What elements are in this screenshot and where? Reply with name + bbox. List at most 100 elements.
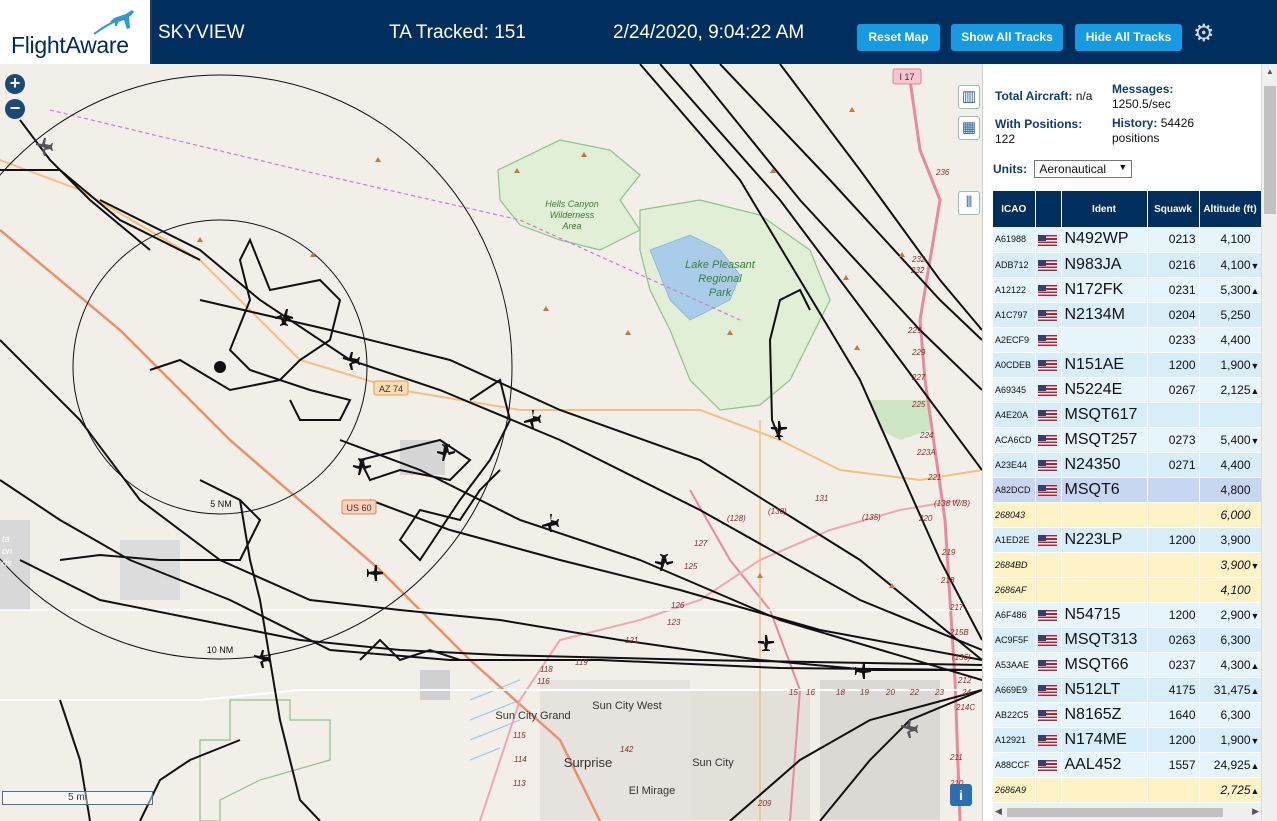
label-lake-pleasant-1: Lake Pleasant	[685, 259, 756, 271]
col-flag[interactable]	[1035, 191, 1062, 227]
hide-all-tracks-button[interactable]: Hide All Tracks	[1075, 24, 1182, 51]
scroll-left-icon[interactable]: ◀	[995, 806, 1002, 817]
aircraft-row[interactable]: A6F486 N54715 1200 2,900▼	[993, 602, 1261, 628]
scale-bar: 5 mi	[2, 791, 153, 805]
aircraft-row[interactable]: 268043 6,000	[993, 502, 1261, 528]
scroll-thumb[interactable]	[1264, 86, 1276, 214]
us-flag-icon	[1037, 359, 1057, 371]
gear-icon[interactable]: ⚙	[1193, 22, 1217, 46]
col-altitude[interactable]: Altitude (ft)	[1199, 191, 1261, 227]
zoom-in-button[interactable]: +	[5, 74, 25, 94]
aircraft-row[interactable]: A23E44 N24350 0271 4,400	[993, 452, 1261, 478]
ident-cell: MSQT66	[1061, 652, 1148, 678]
icao-cell: 2684BD	[993, 552, 1036, 578]
squawk-cell: 0263	[1147, 627, 1200, 653]
aircraft-row[interactable]: A669E9 N512LT 4175 31,475▲	[993, 677, 1261, 703]
aircraft-row[interactable]: A4E20A MSQT617	[993, 402, 1261, 428]
flag-cell	[1035, 677, 1062, 703]
aircraft-row[interactable]: ACA6CD MSQT257 0273 5,400▼	[993, 427, 1261, 453]
altitude-trend-icon: ▲	[1250, 660, 1260, 671]
tracked-count: TA Tracked: 151	[389, 22, 526, 43]
us-flag-icon	[1037, 434, 1057, 446]
columns-icon[interactable]: ⦀	[958, 191, 980, 215]
flightaware-logo[interactable]: FlightAware	[0, 0, 152, 64]
road-number-label: 219	[941, 548, 956, 557]
aircraft-row[interactable]: ADB712 N983JA 0216 4,100▼	[993, 252, 1261, 278]
altitude-value: 4,100	[1220, 582, 1251, 597]
ident-cell: N151AE	[1061, 352, 1148, 378]
altitude-trend-icon: ▼	[1250, 735, 1260, 746]
map-layers-icon[interactable]: ▥	[958, 85, 980, 109]
altitude-value: 6,300	[1220, 632, 1251, 647]
ident-cell: MSQT313	[1061, 627, 1148, 653]
units-select[interactable]: Aeronautical ▼	[1034, 160, 1133, 178]
col-icao[interactable]: ICAO	[993, 191, 1036, 227]
road-number-label: 209	[757, 799, 772, 808]
aircraft-row[interactable]: A0CDEB N151AE 1200 1,900▼	[993, 352, 1261, 378]
aircraft-row[interactable]: A12122 N172FK 0231 5,300▲	[993, 277, 1261, 303]
icao-cell: 2686AF	[993, 577, 1036, 603]
col-ident[interactable]: Ident	[1061, 191, 1148, 227]
aircraft-row[interactable]: 2686A9 2,725▲	[993, 777, 1261, 803]
road-number-label: 236	[935, 168, 950, 177]
aircraft-row[interactable]: A82DCD MSQT6 4,800	[993, 477, 1261, 503]
col-squawk[interactable]: Squawk	[1147, 191, 1200, 227]
road-number-label: 131	[815, 494, 828, 503]
road-number-label: (135)	[862, 513, 881, 522]
chevron-down-icon: ▼	[1118, 162, 1128, 172]
road-number-label: 218	[940, 576, 955, 585]
squawk-cell	[1147, 552, 1200, 578]
us-flag-icon	[1037, 309, 1057, 321]
aircraft-row[interactable]: A1ED2E N223LP 1200 3,900	[993, 527, 1261, 553]
ident-cell: N174ME	[1061, 727, 1148, 753]
aircraft-row[interactable]: A12921 N174ME 1200 1,900▼	[993, 727, 1261, 753]
squawk-cell: 0213	[1147, 227, 1200, 253]
ident-cell: N8165Z	[1061, 702, 1148, 728]
aircraft-icon[interactable]	[367, 565, 383, 581]
aircraft-row[interactable]: A69345 N5224E 0267 2,125▲	[993, 377, 1261, 403]
aircraft-row[interactable]: A1C797 N2134M 0204 5,250	[993, 302, 1261, 328]
grid-icon[interactable]: ▦	[958, 116, 980, 140]
road-number-label: 220	[918, 514, 933, 523]
aircraft-row[interactable]: A2ECF9 0233 4,400	[993, 327, 1261, 353]
altitude-value: 2,900	[1220, 607, 1251, 622]
range-ring-10nm	[0, 74, 513, 660]
aircraft-icon[interactable]	[542, 514, 559, 532]
reset-map-button[interactable]: Reset Map	[857, 24, 940, 51]
flag-cell	[1035, 777, 1062, 803]
icao-cell: AB22C5	[993, 702, 1036, 728]
aircraft-row[interactable]: A53AAE MSQT66 0237 4,300▲	[993, 652, 1261, 678]
aircraft-row[interactable]: 2686AF 4,100	[993, 577, 1261, 603]
scroll-up-icon[interactable]: ▲	[1266, 67, 1274, 76]
aircraft-row[interactable]: AC9F5F MSQT313 0263 6,300	[993, 627, 1261, 653]
horizontal-scrollbar[interactable]: ◀ ▶	[993, 804, 1261, 821]
aircraft-icon[interactable]	[855, 663, 871, 679]
icao-cell: A1ED2E	[993, 527, 1036, 553]
aircraft-row[interactable]: 2684BD 3,900▼	[993, 552, 1261, 578]
zoom-out-button[interactable]: −	[5, 99, 25, 119]
flag-cell	[1035, 277, 1062, 303]
aircraft-icon[interactable]	[353, 458, 371, 475]
road-number-label: 121	[625, 636, 638, 645]
show-all-tracks-button[interactable]: Show All Tracks	[951, 24, 1063, 51]
altitude-cell: 24,925▲	[1199, 752, 1261, 778]
altitude-cell: 5,300▲	[1199, 277, 1261, 303]
map-view[interactable]: Hells Canyon Wilderness Area Lake Pleasa…	[0, 64, 982, 821]
aircraft-row[interactable]: AB22C5 N8165Z 1640 6,300	[993, 702, 1261, 728]
aircraft-icon[interactable]	[343, 352, 360, 370]
altitude-cell: 2,725▲	[1199, 777, 1261, 803]
vertical-scrollbar[interactable]: ▲	[1261, 64, 1277, 821]
hscroll-thumb[interactable]	[1007, 808, 1223, 817]
ident-cell	[1061, 327, 1148, 353]
aircraft-row[interactable]: A88CCF AAL452 1557 24,925▲	[993, 752, 1261, 778]
shield-az74: AZ 74	[379, 384, 403, 394]
positions-label: With Positions:	[995, 117, 1083, 131]
road-number-label: 212	[957, 676, 972, 685]
aircraft-table-wrapper[interactable]: ICAO Ident Squawk Altitude (ft) A61988 N4…	[993, 191, 1261, 804]
scroll-right-icon[interactable]: ▶	[1252, 806, 1259, 817]
aircraft-row[interactable]: A61988 N492WP 0213 4,100	[993, 227, 1261, 253]
aircraft-icon[interactable]	[36, 138, 53, 156]
label-hells-canyon-3: Area	[561, 221, 581, 231]
map-canvas[interactable]: Hells Canyon Wilderness Area Lake Pleasa…	[0, 64, 982, 821]
info-button[interactable]: i	[950, 784, 972, 806]
